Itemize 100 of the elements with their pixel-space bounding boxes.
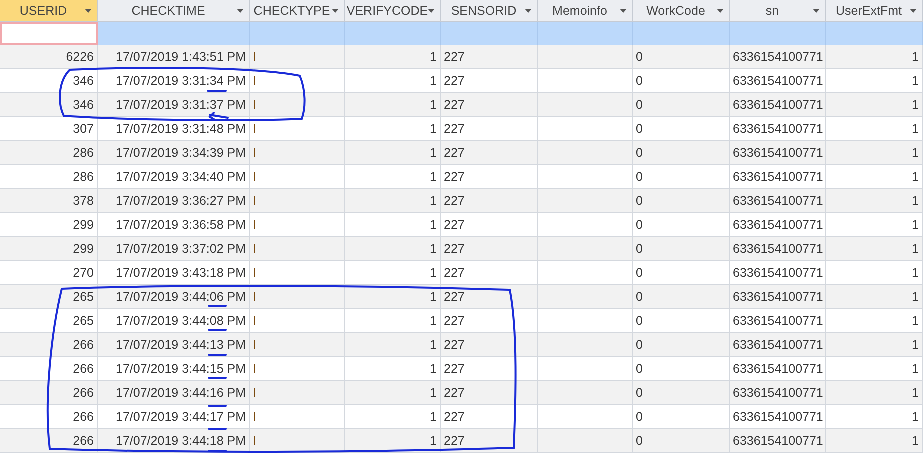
column-header[interactable]: sn bbox=[730, 0, 826, 22]
table-cell: 0 bbox=[633, 93, 730, 117]
table-cell: 227 bbox=[441, 429, 538, 453]
dropdown-arrow-icon[interactable] bbox=[717, 9, 724, 13]
filter-cell[interactable] bbox=[730, 22, 826, 45]
table-cell: 6336154100771 bbox=[730, 285, 826, 309]
table-cell: 17/07/2019 3:36:27 PM bbox=[98, 189, 250, 213]
table-cell: I bbox=[250, 93, 345, 117]
table-cell: 1 bbox=[345, 381, 441, 405]
hand-drawn-underline bbox=[208, 450, 227, 452]
table-cell: 266 bbox=[0, 429, 98, 453]
dropdown-arrow-icon[interactable] bbox=[525, 9, 532, 13]
table-cell: I bbox=[250, 381, 345, 405]
table-cell: 1 bbox=[345, 237, 441, 261]
filter-cell[interactable] bbox=[538, 22, 633, 45]
table-cell: 266 bbox=[0, 381, 98, 405]
filter-cell[interactable] bbox=[633, 22, 730, 45]
column-header[interactable]: UserExtFmt bbox=[826, 0, 923, 22]
table-cell: 1 bbox=[826, 93, 923, 117]
table-cell: 0 bbox=[633, 429, 730, 453]
table-cell: 0 bbox=[633, 237, 730, 261]
hand-drawn-underline bbox=[208, 405, 227, 407]
dropdown-arrow-icon[interactable] bbox=[428, 9, 435, 13]
table-cell: 1 bbox=[826, 189, 923, 213]
table-cell: 17/07/2019 3:34:39 PM bbox=[98, 141, 250, 165]
column-header[interactable]: CHECKTYPE bbox=[250, 0, 345, 22]
table-cell: 1 bbox=[345, 45, 441, 69]
table-cell: I bbox=[250, 285, 345, 309]
table-cell: 6336154100771 bbox=[730, 381, 826, 405]
table-cell: 1 bbox=[345, 93, 441, 117]
table-cell: 1 bbox=[826, 285, 923, 309]
table-cell: 17/07/2019 3:44:13 PM bbox=[98, 333, 250, 357]
hand-drawn-underline bbox=[208, 354, 227, 356]
table-cell: 1 bbox=[345, 333, 441, 357]
table-cell: 1 bbox=[826, 141, 923, 165]
table-cell: 17/07/2019 3:44:06 PM bbox=[98, 285, 250, 309]
hand-drawn-underline bbox=[208, 377, 227, 379]
table-cell: 1 bbox=[826, 429, 923, 453]
table-cell: 0 bbox=[633, 381, 730, 405]
dropdown-arrow-icon[interactable] bbox=[332, 9, 339, 13]
table-cell: I bbox=[250, 45, 345, 69]
table-cell: 0 bbox=[633, 189, 730, 213]
column-header[interactable]: VERIFYCODE bbox=[345, 0, 441, 22]
table-cell: 0 bbox=[633, 285, 730, 309]
table-cell: 6336154100771 bbox=[730, 141, 826, 165]
column-header[interactable]: CHECKTIME bbox=[98, 0, 250, 22]
table-cell: 1 bbox=[345, 429, 441, 453]
table-cell: 1 bbox=[345, 189, 441, 213]
table-cell: 1 bbox=[826, 381, 923, 405]
table-cell: 227 bbox=[441, 141, 538, 165]
table-cell: I bbox=[250, 429, 345, 453]
filter-cell[interactable] bbox=[250, 22, 345, 45]
table-cell: 6336154100771 bbox=[730, 237, 826, 261]
hand-drawn-underline bbox=[208, 329, 227, 331]
column-header[interactable]: WorkCode bbox=[633, 0, 730, 22]
table-cell: 6336154100771 bbox=[730, 93, 826, 117]
table-cell: 265 bbox=[0, 285, 98, 309]
dropdown-arrow-icon[interactable] bbox=[85, 9, 92, 13]
filter-cell[interactable] bbox=[98, 22, 250, 45]
table-cell: I bbox=[250, 333, 345, 357]
table-cell: I bbox=[250, 237, 345, 261]
table-cell: 378 bbox=[0, 189, 98, 213]
table-cell: 1 bbox=[826, 45, 923, 69]
table-cell: 227 bbox=[441, 285, 538, 309]
hand-drawn-underline bbox=[208, 428, 227, 430]
table-cell: 1 bbox=[826, 333, 923, 357]
table-cell: 227 bbox=[441, 333, 538, 357]
table-cell: 6336154100771 bbox=[730, 189, 826, 213]
table-cell: 0 bbox=[633, 45, 730, 69]
table-cell: 6226 bbox=[0, 45, 98, 69]
table-cell: 17/07/2019 3:44:18 PM bbox=[98, 429, 250, 453]
filter-cell[interactable] bbox=[441, 22, 538, 45]
dropdown-arrow-icon[interactable] bbox=[620, 9, 627, 13]
table-cell: I bbox=[250, 141, 345, 165]
table-cell: 266 bbox=[0, 333, 98, 357]
filter-cell[interactable] bbox=[826, 22, 923, 45]
table-cell: 227 bbox=[441, 237, 538, 261]
column-header[interactable]: SENSORID bbox=[441, 0, 538, 22]
dropdown-arrow-icon[interactable] bbox=[910, 9, 917, 13]
hand-drawn-underline bbox=[208, 305, 227, 307]
table-cell: 346 bbox=[0, 93, 98, 117]
hand-drawn-arrow bbox=[208, 112, 229, 121]
table-cell: 1 bbox=[826, 237, 923, 261]
table-cell: 6336154100771 bbox=[730, 45, 826, 69]
table-cell: 17/07/2019 3:31:37 PM bbox=[98, 93, 250, 117]
hand-drawn-underline bbox=[207, 90, 227, 92]
dropdown-arrow-icon[interactable] bbox=[813, 9, 820, 13]
new-record-cell[interactable] bbox=[0, 22, 98, 45]
table-cell: I bbox=[250, 189, 345, 213]
column-header[interactable]: USERID bbox=[0, 0, 98, 22]
table-cell: 0 bbox=[633, 333, 730, 357]
table-cell: 1 bbox=[345, 141, 441, 165]
column-header[interactable]: Memoinfo bbox=[538, 0, 633, 22]
filter-cell[interactable] bbox=[345, 22, 441, 45]
table-cell: 1 bbox=[345, 285, 441, 309]
table-cell: 227 bbox=[441, 45, 538, 69]
table-cell: 227 bbox=[441, 189, 538, 213]
table-cell: 227 bbox=[441, 93, 538, 117]
table-cell: 17/07/2019 3:44:16 PM bbox=[98, 381, 250, 405]
dropdown-arrow-icon[interactable] bbox=[237, 9, 244, 13]
